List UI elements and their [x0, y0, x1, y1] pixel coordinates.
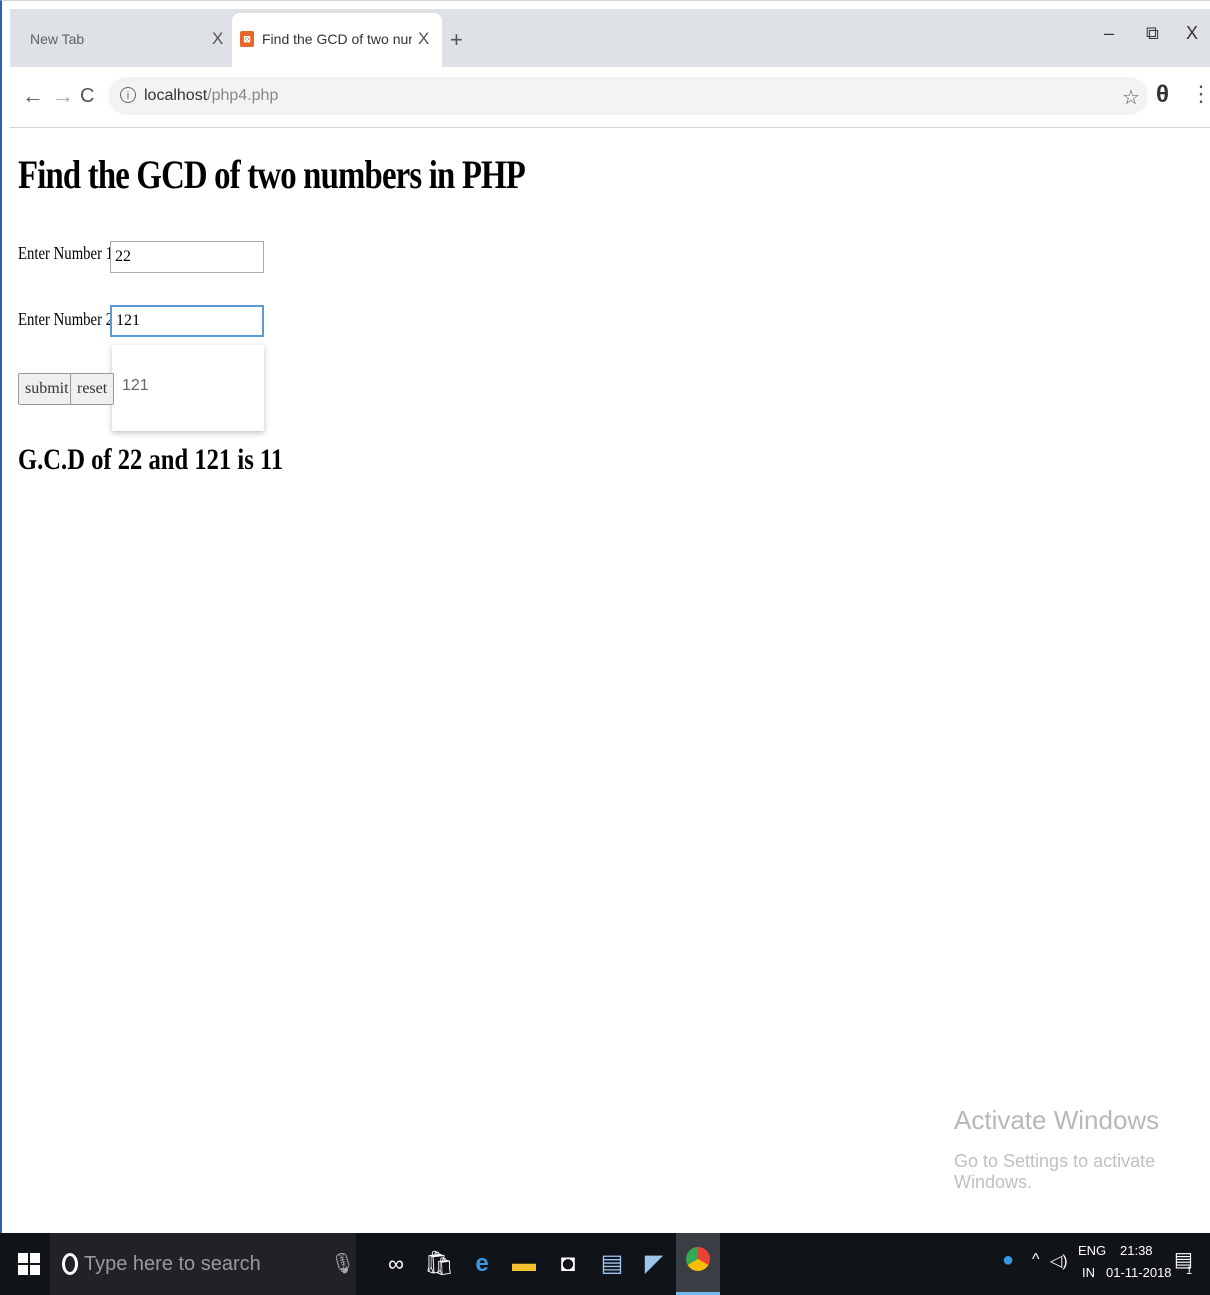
address-bar[interactable]: i localhost/php4.php [108, 77, 1148, 115]
store-icon[interactable]: 🛍 [424, 1249, 454, 1279]
language-top[interactable]: ENG [1078, 1243, 1106, 1258]
language-bottom[interactable]: IN [1082, 1265, 1095, 1280]
show-hidden-icons[interactable]: ^ [1032, 1251, 1040, 1269]
forward-button[interactable]: → [52, 83, 74, 109]
reset-button[interactable]: reset [70, 373, 115, 405]
cortana-icon[interactable] [62, 1253, 78, 1275]
gcd-result: G.C.D of 22 and 121 is 11 [18, 443, 284, 476]
tab-new-tab[interactable]: New Tab X [16, 13, 232, 67]
url-host: localhost [144, 87, 208, 104]
search-placeholder: Type here to search [84, 1253, 261, 1275]
autocomplete-option[interactable]: 121 [122, 377, 149, 395]
camera-icon[interactable]: ◘ [554, 1249, 582, 1279]
windows-start-icon[interactable] [18, 1253, 40, 1275]
number-2-row: Enter Number 2 [18, 305, 264, 337]
info-icon[interactable]: i [120, 87, 136, 103]
edge-icon[interactable]: e [468, 1249, 496, 1279]
task-view-icon[interactable]: ∞ [382, 1249, 410, 1279]
restore-button[interactable]: ⧉ [1146, 23, 1159, 44]
back-button[interactable]: ← [22, 83, 44, 109]
tab-title: Find the GCD of two numbers in [262, 31, 412, 47]
microphone-icon[interactable]: 🎙 [330, 1251, 355, 1276]
activate-windows-title: Activate Windows [954, 1105, 1160, 1135]
taskbar-search[interactable]: Type here to search 🎙 [50, 1233, 356, 1295]
taskbar: Type here to search 🎙 ∞ 🛍 e ▬ ◘ ▤ ◤ ● ^ … [0, 1233, 1210, 1295]
app-icon[interactable]: ◤ [640, 1249, 668, 1279]
volume-icon[interactable]: ◁) [1050, 1251, 1068, 1271]
notification-count: 1 [1186, 1265, 1193, 1277]
number-1-label: Enter Number 1 [18, 243, 114, 263]
word-icon[interactable]: ▤ [598, 1249, 626, 1279]
autocomplete-dropdown: 121 [112, 345, 264, 431]
reload-button[interactable]: C [80, 85, 94, 108]
tab-gcd-page[interactable]: ⊠ Find the GCD of two numbers in X [232, 13, 442, 67]
help-icon[interactable]: ● [1002, 1249, 1014, 1272]
page-content: Find the GCD of two numbers in PHP Enter… [18, 129, 1198, 1229]
address-toolbar: ← → C i localhost/php4.php ☆ θ ⋮ [10, 67, 1210, 128]
bookmark-star-icon[interactable]: ☆ [1122, 85, 1140, 110]
url-text: localhost/php4.php [144, 87, 278, 105]
activate-windows-subtitle: Go to Settings to activate Windows. [954, 1151, 1156, 1192]
new-tab-button[interactable]: + [450, 27, 463, 53]
tab-title: New Tab [30, 31, 85, 47]
close-icon[interactable]: X [418, 29, 429, 49]
clock-date[interactable]: 01-11-2018 [1106, 1265, 1172, 1280]
chrome-icon[interactable] [676, 1233, 720, 1295]
close-icon[interactable]: X [212, 29, 223, 49]
number-1-input[interactable] [110, 241, 264, 273]
close-window-button[interactable]: X [1186, 23, 1198, 44]
number-2-label: Enter Number 2 [18, 309, 114, 329]
profile-icon[interactable]: θ [1156, 81, 1169, 109]
submit-button[interactable]: submit [18, 373, 76, 405]
page-title: Find the GCD of two numbers in PHP [18, 152, 526, 197]
file-explorer-icon[interactable]: ▬ [510, 1249, 538, 1279]
url-path: /php4.php [207, 87, 279, 104]
menu-icon[interactable]: ⋮ [1190, 81, 1210, 107]
xampp-icon: ⊠ [240, 31, 254, 47]
minimize-button[interactable]: – [1104, 23, 1114, 44]
number-2-input[interactable] [110, 305, 264, 337]
browser-window: New Tab X ⊠ Find the GCD of two numbers … [0, 0, 1210, 1294]
clock-time[interactable]: 21:38 [1120, 1243, 1153, 1258]
number-1-row: Enter Number 1 [18, 241, 264, 273]
tab-strip: New Tab X ⊠ Find the GCD of two numbers … [10, 9, 1210, 67]
